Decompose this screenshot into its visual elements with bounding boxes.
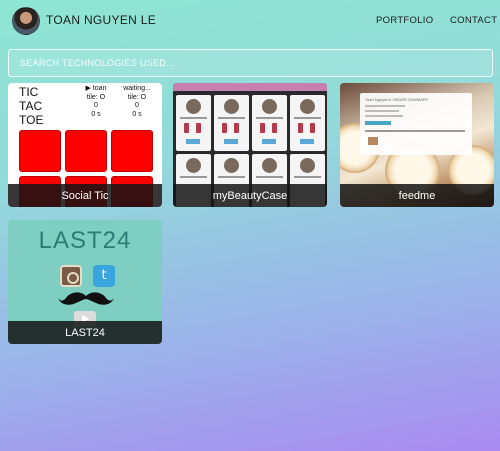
site-title: TOAN NGUYEN LE (46, 13, 157, 27)
project-card-label: myBeautyCase (173, 184, 327, 207)
header: TOAN NGUYEN LE PORTFOLIO CONTACT (0, 0, 500, 42)
text-line (365, 115, 403, 117)
board-cell (19, 130, 61, 172)
nav-contact-link[interactable]: CONTACT (450, 15, 497, 26)
preview-topbar (173, 83, 327, 91)
player-two-panel: waiting... tile: O 0 0 s (123, 85, 151, 118)
mustache-icon (58, 292, 114, 305)
product-tile (290, 95, 325, 151)
project-card-social-tic[interactable]: TIC TAC TOE ▶ toan tile: O 0 0 s waiting… (8, 83, 162, 207)
item-thumbnail (368, 137, 378, 145)
last24-logo-title: LAST24 (38, 227, 132, 254)
product-tile (252, 95, 287, 151)
text-line (365, 105, 405, 107)
project-card-last24[interactable]: LAST24 t LAST24 (8, 220, 162, 344)
instagram-icon (60, 265, 82, 287)
product-tile (214, 95, 249, 151)
product-tile (176, 95, 211, 151)
search-input[interactable] (8, 49, 493, 77)
player-one-panel: ▶ toan tile: O 0 0 s (85, 85, 107, 118)
twitter-icon: t (93, 265, 115, 287)
board-cell (65, 130, 107, 172)
nav-portfolio-link[interactable]: PORTFOLIO (376, 15, 433, 26)
order-summary-panel: Toan Nguyen's ORDER SUMMARY (360, 93, 472, 155)
project-card-feedme[interactable]: Toan Nguyen's ORDER SUMMARY feedme (340, 83, 494, 207)
board-cell (111, 130, 153, 172)
project-card-label: LAST24 (8, 321, 162, 344)
project-card-mybeautycase[interactable]: myBeautyCase (173, 83, 327, 207)
table-header (365, 130, 465, 132)
avatar (12, 7, 40, 35)
project-card-label: Social Tic (8, 184, 162, 207)
order-summary-title: Toan Nguyen's ORDER SUMMARY (365, 97, 429, 102)
tictactoe-title: TIC TAC TOE (19, 85, 44, 127)
text-line (365, 110, 399, 112)
project-card-label: feedme (340, 184, 494, 207)
panel-button (365, 121, 391, 125)
